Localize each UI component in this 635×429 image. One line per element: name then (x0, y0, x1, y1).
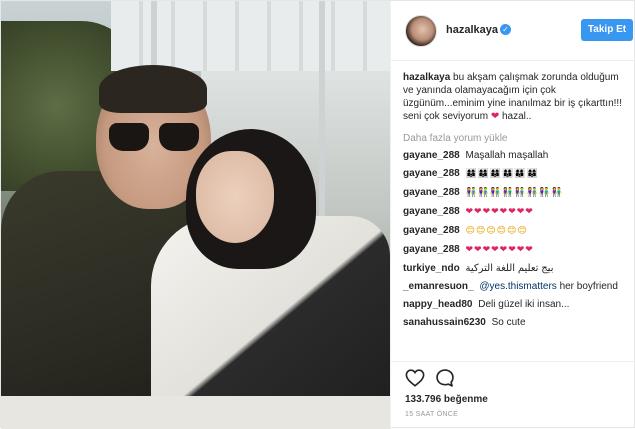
post-photo[interactable] (1, 1, 390, 429)
speech-bubble-icon[interactable] (435, 368, 455, 388)
comment: sanahussain6230 So cute (403, 316, 631, 329)
instagram-post: hazalkaya ✓ Takip Et hazalkaya bu akşam … (0, 0, 635, 429)
comment: gayane_288 😊😊😊😊😊😊 (403, 224, 631, 238)
post-timestamp[interactable]: 15 SAAT ÖNCE (405, 411, 458, 418)
comments-list: hazalkaya bu akşam çalışmak zorunda oldu… (403, 71, 631, 329)
comment-username[interactable]: nappy_head80 (403, 299, 472, 310)
photo-sunglasses (109, 123, 201, 153)
comment-username[interactable]: sanahussain6230 (403, 317, 486, 328)
comment-username[interactable]: turkiye_ndo (403, 263, 460, 274)
comment-text: 👫👫👫👫👫👫👫👫 (465, 188, 564, 198)
comment-username[interactable]: gayane_288 (403, 244, 460, 255)
verified-badge-icon: ✓ (500, 24, 511, 35)
comment-username[interactable]: _emanresuon_ (403, 281, 474, 292)
comment: nappy_head80 Deli güzel iki insan... (403, 298, 631, 311)
comment-text: Deli güzel iki insan... (478, 299, 570, 310)
post-sidebar: hazalkaya ✓ Takip Et hazalkaya bu akşam … (390, 1, 635, 429)
comment: gayane_288 👩‍👩‍👦👩‍👩‍👦👩‍👩‍👦👩‍👩‍👦👩‍👩‍👦👩‍👩‍… (403, 167, 631, 181)
comment-username[interactable]: gayane_288 (403, 168, 460, 179)
comment: _emanresuon_ @yes.thismatters her boyfri… (403, 280, 631, 293)
comment-text: ❤❤❤❤❤❤❤❤ (465, 245, 534, 255)
comment: gayane_288 👫👫👫👫👫👫👫👫 (403, 186, 631, 200)
comment: gayane_288 ❤❤❤❤❤❤❤❤ (403, 205, 631, 219)
caption: hazalkaya bu akşam çalışmak zorunda oldu… (403, 71, 631, 123)
comment: turkiye_ndo بيج تعليم اللغة التركية (403, 262, 631, 275)
like-count[interactable]: 133.796 beğenme (405, 394, 488, 405)
comment-username[interactable]: gayane_288 (403, 187, 460, 198)
comment-text: So cute (491, 317, 526, 328)
heart-icon: ❤ (490, 111, 500, 122)
comment-text: 😊😊😊😊😊😊 (465, 226, 528, 236)
post-header: hazalkaya ✓ Takip Et (391, 1, 635, 61)
comment-username[interactable]: gayane_288 (403, 206, 460, 217)
comment-text: her boyfriend (559, 281, 618, 292)
comment: gayane_288 Maşallah maşallah (403, 149, 631, 162)
photo-woman-face (196, 151, 274, 243)
username[interactable]: hazalkaya (446, 24, 498, 36)
follow-button[interactable]: Takip Et (581, 19, 633, 41)
caption-tail: hazal.. (501, 111, 532, 122)
load-more-comments[interactable]: Daha fazla yorum yükle (403, 133, 631, 144)
comment-text: 👩‍👩‍👦👩‍👩‍👦👩‍👩‍👦👩‍👩‍👦👩‍👩‍👦👩‍👩‍👦 (465, 169, 539, 179)
comment-text: ❤❤❤❤❤❤❤❤ (465, 207, 534, 217)
comment-username[interactable]: gayane_288 (403, 150, 460, 161)
comment-username[interactable]: gayane_288 (403, 225, 460, 236)
comment-text: بيج تعليم اللغة التركية (465, 263, 554, 274)
avatar[interactable] (405, 15, 437, 47)
comment-text: Maşallah maşallah (465, 150, 549, 161)
comment-mention[interactable]: @yes.thismatters (479, 281, 556, 292)
action-bar (391, 361, 635, 391)
photo-man-hair (99, 65, 207, 113)
caption-username[interactable]: hazalkaya (403, 72, 450, 83)
photo-table (1, 396, 390, 429)
heart-outline-icon[interactable] (405, 369, 425, 387)
comment: gayane_288 ❤❤❤❤❤❤❤❤ (403, 243, 631, 257)
